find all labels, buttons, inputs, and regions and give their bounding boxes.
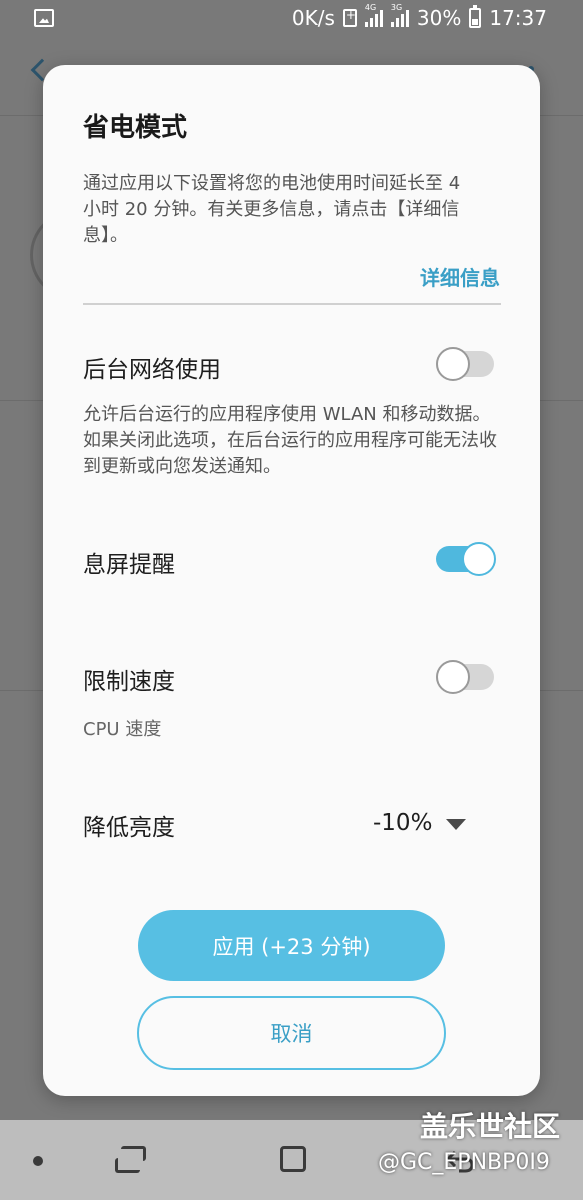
toggle-knob — [436, 660, 470, 694]
details-link[interactable]: 详细信息 — [420, 262, 500, 291]
cpu-speed-label: CPU 速度 — [83, 719, 162, 740]
signal-3g-tag: 3G — [390, 3, 403, 12]
toggle-knob — [436, 347, 470, 381]
recent-apps-icon[interactable] — [115, 1146, 146, 1174]
caret-down-icon — [446, 818, 467, 830]
battery-percent: 30% — [416, 6, 462, 30]
signal-3g-icon: 3G — [390, 3, 409, 27]
toggle-knob — [462, 542, 496, 576]
signal-4g-icon: 4G — [364, 3, 383, 27]
watermark-user-id: @GC_EPNBP0I9 — [378, 1150, 550, 1175]
power-saving-dialog: 省电模式 通过应用以下设置将您的电池使用时间延长至 4 小时 20 分钟。有关更… — [43, 65, 540, 1096]
cancel-button[interactable]: 取消 — [137, 996, 446, 1070]
status-icons: 0K/s 4G 3G 30% 17:37 — [291, 3, 547, 30]
network-speed: 0K/s — [291, 6, 335, 30]
divider — [83, 303, 501, 305]
dialog-description: 通过应用以下设置将您的电池使用时间延长至 4 小时 20 分钟。有关更多信息，请… — [83, 173, 461, 246]
signal-4g-tag: 4G — [364, 3, 377, 12]
reduce-brightness-label: 降低亮度 — [83, 815, 175, 841]
apply-button[interactable]: 应用 (+23 分钟) — [138, 910, 445, 981]
always-on-display-label: 息屏提醒 — [83, 552, 175, 578]
home-icon[interactable] — [280, 1146, 306, 1172]
dialog-title: 省电模式 — [83, 113, 188, 143]
limit-speed-toggle[interactable] — [436, 660, 496, 694]
watermark-community: 盖乐世社区 — [420, 1110, 561, 1143]
data-saver-icon — [342, 8, 357, 27]
background-network-label: 后台网络使用 — [83, 357, 221, 383]
background-network-description: 允许后台运行的应用程序使用 WLAN 和移动数据。如果关闭此选项，在后台运行的应… — [83, 404, 497, 477]
limit-speed-label: 限制速度 — [83, 669, 175, 695]
background-network-toggle[interactable] — [436, 347, 496, 381]
image-notification-icon — [34, 9, 54, 27]
always-on-display-toggle[interactable] — [436, 542, 496, 576]
battery-icon — [469, 5, 482, 28]
nav-hide-dot-icon[interactable] — [33, 1156, 43, 1166]
status-bar: 0K/s 4G 3G 30% 17:37 — [0, 0, 583, 40]
brightness-value: -10% — [373, 810, 433, 836]
clock: 17:37 — [489, 6, 547, 30]
brightness-dropdown[interactable]: -10% — [373, 805, 473, 841]
